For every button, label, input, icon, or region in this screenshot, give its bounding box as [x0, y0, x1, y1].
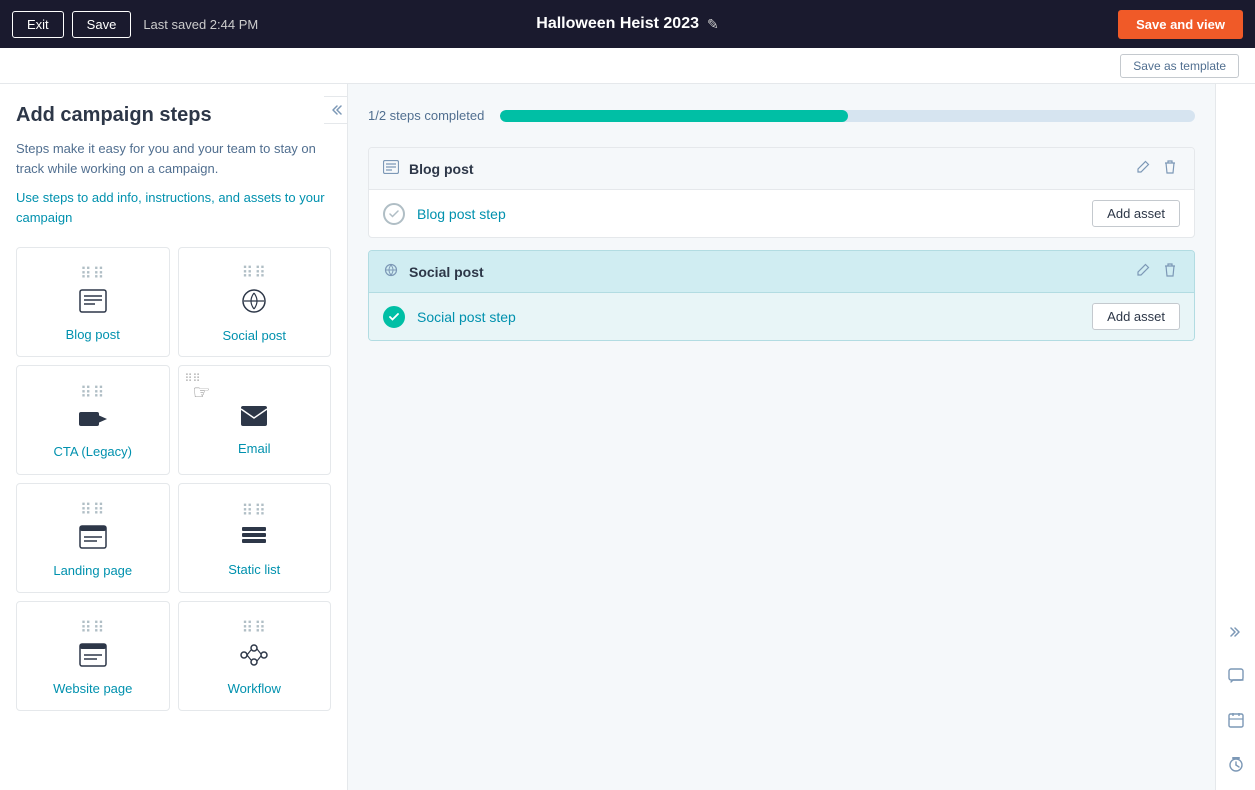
subbar: Save as template: [0, 48, 1255, 84]
step-header-social-post: Social post: [369, 251, 1194, 293]
drag-handle-static-list: ⠿⠿: [242, 504, 267, 520]
sidebar-title: Add campaign steps: [16, 104, 331, 127]
sidebar-desc1: Steps make it easy for you and your team…: [16, 139, 331, 178]
add-asset-blog-post-button[interactable]: Add asset: [1092, 200, 1180, 227]
progress-bar-fill: [500, 110, 847, 122]
progress-bar-container: [500, 110, 1195, 122]
step-body-social-post: Social post step Add asset: [369, 293, 1194, 340]
edit-step-social-post-button[interactable]: [1132, 261, 1154, 282]
exit-button[interactable]: Exit: [12, 11, 64, 38]
landing-page-icon: [79, 525, 107, 555]
right-sidebar: [1215, 84, 1255, 790]
navbar: Exit Save Last saved 2:44 PM Halloween H…: [0, 0, 1255, 48]
asset-label-email: Email: [238, 441, 271, 456]
drag-handle-email: ⠿⠿: [185, 372, 201, 385]
edit-step-blog-post-button[interactable]: [1132, 158, 1154, 179]
static-list-icon: [241, 526, 267, 554]
cta-legacy-icon: [78, 408, 108, 436]
step-actions-social-post: [1132, 261, 1180, 282]
asset-card-email[interactable]: ⠿⠿ Email ☞: [178, 365, 332, 475]
asset-card-blog-post[interactable]: ⠿⠿ Blog post: [16, 247, 170, 357]
save-and-view-button[interactable]: Save and view: [1118, 10, 1243, 39]
asset-label-blog-post: Blog post: [66, 327, 120, 342]
asset-label-website-page: Website page: [53, 681, 132, 696]
asset-grid: ⠿⠿ Blog post ⠿⠿: [16, 247, 331, 711]
social-post-icon: [241, 288, 267, 320]
asset-label-cta-legacy: CTA (Legacy): [53, 444, 132, 459]
step-header-blog-post: Blog post: [369, 148, 1194, 190]
asset-label-workflow: Workflow: [228, 681, 281, 696]
edit-title-icon[interactable]: ✎: [707, 16, 719, 33]
drag-handle-website-page: ⠿⠿: [80, 621, 105, 637]
step-card-blog-post: Blog post: [368, 147, 1195, 238]
social-post-type-icon: [383, 263, 399, 280]
step-type-label-social-post: Social post: [409, 264, 1122, 280]
right-sidebar-collapse-button[interactable]: [1222, 618, 1250, 646]
last-saved-text: Last saved 2:44 PM: [143, 17, 258, 32]
sidebar-scroll-area: Add campaign steps Steps make it easy fo…: [0, 84, 347, 790]
chat-icon[interactable]: [1222, 662, 1250, 690]
asset-card-static-list[interactable]: ⠿⠿ Static list: [178, 483, 332, 593]
delete-step-blog-post-button[interactable]: [1160, 158, 1180, 179]
blog-post-type-icon: [383, 160, 399, 177]
drag-handle-landing-page: ⠿⠿: [80, 503, 105, 519]
sidebar-collapse-button[interactable]: [324, 96, 348, 124]
step-card-social-post: Social post: [368, 250, 1195, 341]
center-content: 1/2 steps completed Blog post: [348, 84, 1215, 790]
asset-card-landing-page[interactable]: ⠿⠿ Landing page: [16, 483, 170, 593]
step-name-blog-post[interactable]: Blog post step: [417, 206, 1080, 222]
schedule-icon[interactable]: [1222, 750, 1250, 778]
delete-step-social-post-button[interactable]: [1160, 261, 1180, 282]
blog-post-icon: [79, 289, 107, 319]
drag-handle-workflow: ⠿⠿: [242, 621, 267, 637]
save-as-template-button[interactable]: Save as template: [1120, 54, 1239, 78]
left-sidebar: Add campaign steps Steps make it easy fo…: [0, 84, 348, 790]
website-page-icon: [79, 643, 107, 673]
asset-card-social-post[interactable]: ⠿⠿ Social post: [178, 247, 332, 357]
asset-label-social-post: Social post: [222, 328, 286, 343]
email-icon: [240, 405, 268, 433]
step-check-social-post: [383, 306, 405, 328]
workflow-icon: [240, 643, 268, 673]
drag-handle-cta-legacy: ⠿⠿: [80, 386, 105, 402]
step-type-label-blog-post: Blog post: [409, 161, 1122, 177]
step-body-blog-post: Blog post step Add asset: [369, 190, 1194, 237]
steps-progress-header: 1/2 steps completed: [368, 108, 1195, 123]
save-button[interactable]: Save: [72, 11, 132, 38]
step-actions-blog-post: [1132, 158, 1180, 179]
asset-label-static-list: Static list: [228, 562, 280, 577]
steps-progress-label: 1/2 steps completed: [368, 108, 484, 123]
campaign-title-area: Halloween Heist 2023 ✎: [536, 15, 718, 33]
asset-card-website-page[interactable]: ⠿⠿ Website page: [16, 601, 170, 711]
asset-label-landing-page: Landing page: [53, 563, 132, 578]
sidebar-desc2: Use steps to add info, instructions, and…: [16, 188, 331, 227]
calendar-icon[interactable]: [1222, 706, 1250, 734]
main-layout: Add campaign steps Steps make it easy fo…: [0, 84, 1255, 790]
asset-card-cta-legacy[interactable]: ⠿⠿ CTA (Legacy): [16, 365, 170, 475]
step-name-social-post[interactable]: Social post step: [417, 309, 1080, 325]
campaign-title: Halloween Heist 2023: [536, 15, 699, 33]
drag-handle-social-post: ⠿⠿: [242, 266, 267, 282]
asset-card-workflow[interactable]: ⠿⠿ Workflow: [178, 601, 332, 711]
drag-handle-blog-post: ⠿⠿: [80, 267, 105, 283]
step-check-blog-post: [383, 203, 405, 225]
add-asset-social-post-button[interactable]: Add asset: [1092, 303, 1180, 330]
